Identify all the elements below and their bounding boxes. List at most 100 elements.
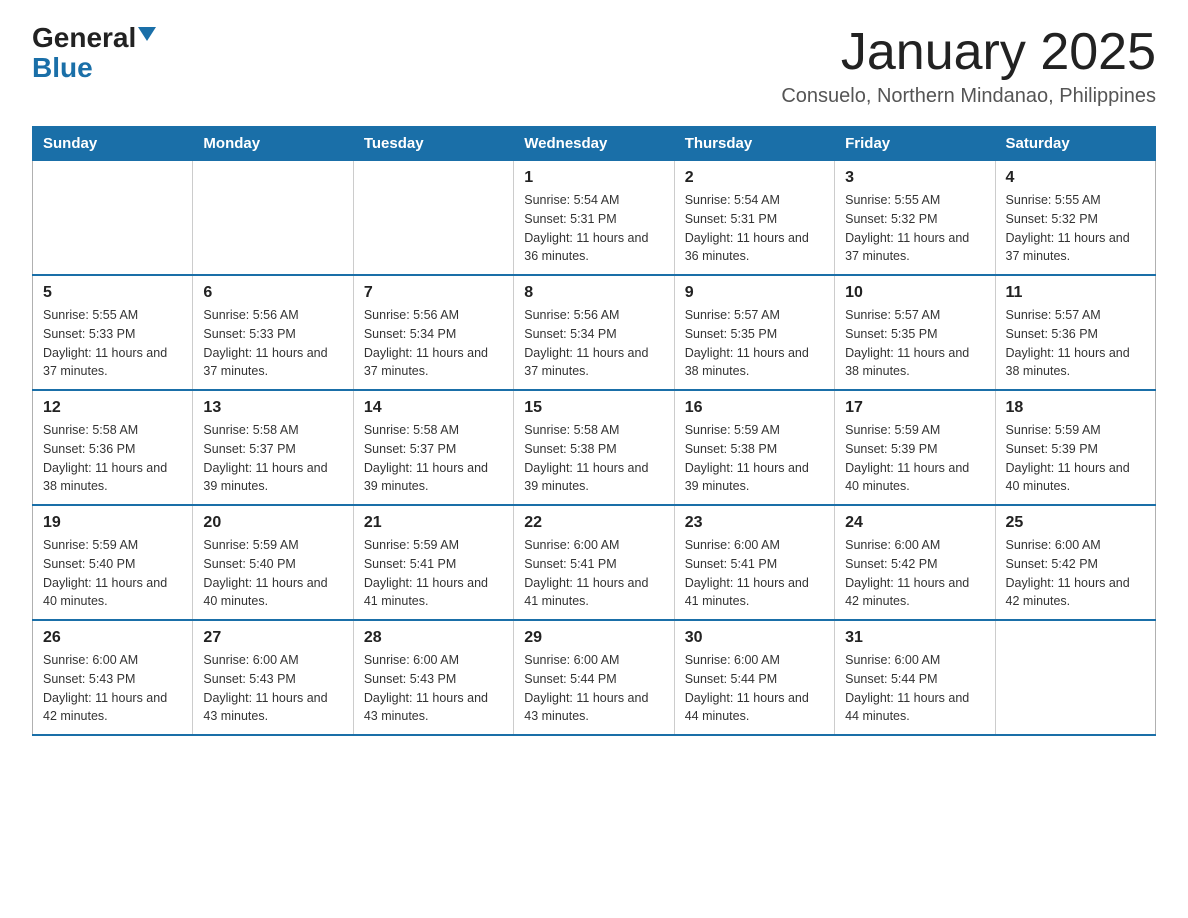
day-number: 18 [1006,399,1145,417]
day-number: 7 [364,284,503,302]
calendar-cell: 3Sunrise: 5:55 AM Sunset: 5:32 PM Daylig… [835,161,995,276]
day-number: 19 [43,514,182,532]
day-number: 30 [685,629,824,647]
calendar-week-row: 1 Sunrise: 5:54 AM Sunset: 5:31 PM Daylig… [33,161,1156,276]
day-number: 26 [43,629,182,647]
day-info: Sunrise: 5:59 AM Sunset: 5:40 PM Dayligh… [43,536,182,611]
day-info: Sunrise: 5:57 AM Sunset: 5:35 PM Dayligh… [685,306,824,381]
day-info: Sunrise: 5:56 AM Sunset: 5:34 PM Dayligh… [364,306,503,381]
col-header-saturday: Saturday [995,127,1155,161]
day-info: Sunrise: 6:00 AM Sunset: 5:42 PM Dayligh… [1006,536,1145,611]
month-title: January 2025 [781,24,1156,81]
day-info: Sunrise: 5:59 AM Sunset: 5:39 PM Dayligh… [1006,421,1145,496]
calendar-cell: 14 Sunrise: 5:58 AM Sunset: 5:37 PM Dayli… [353,390,513,505]
day-info: Sunrise: 6:00 AM Sunset: 5:43 PM Dayligh… [203,651,342,726]
day-info: Sunrise: 5:58 AM Sunset: 5:37 PM Dayligh… [203,421,342,496]
calendar-cell: 13 Sunrise: 5:58 AM Sunset: 5:37 PM Dayli… [193,390,353,505]
day-number: 23 [685,514,824,532]
day-number: 12 [43,399,182,417]
day-number: 9 [685,284,824,302]
day-number: 29 [524,629,663,647]
calendar-cell: 21Sunrise: 5:59 AM Sunset: 5:41 PM Dayli… [353,505,513,620]
col-header-tuesday: Tuesday [353,127,513,161]
calendar-cell: 16Sunrise: 5:59 AM Sunset: 5:38 PM Dayli… [674,390,834,505]
page-header: General Blue January 2025 Consuelo, Nort… [32,24,1156,108]
day-number: 4 [1006,169,1145,187]
day-number: 11 [1006,284,1145,302]
calendar-cell: 26 Sunrise: 6:00 AM Sunset: 5:43 PM Dayli… [33,620,193,735]
subtitle: Consuelo, Northern Mindanao, Philippines [781,85,1156,108]
logo: General Blue [32,24,156,82]
calendar-cell: 29Sunrise: 6:00 AM Sunset: 5:44 PM Dayli… [514,620,674,735]
logo-triangle-icon [138,27,156,41]
day-info: Sunrise: 6:00 AM Sunset: 5:44 PM Dayligh… [845,651,984,726]
calendar-week-row: 19 Sunrise: 5:59 AM Sunset: 5:40 PM Dayli… [33,505,1156,620]
calendar-cell: 5 Sunrise: 5:55 AM Sunset: 5:33 PM Daylig… [33,275,193,390]
day-info: Sunrise: 5:55 AM Sunset: 5:33 PM Dayligh… [43,306,182,381]
day-info: Sunrise: 6:00 AM Sunset: 5:41 PM Dayligh… [524,536,663,611]
calendar-cell: 22 Sunrise: 6:00 AM Sunset: 5:41 PM Dayli… [514,505,674,620]
calendar-cell: 30 Sunrise: 6:00 AM Sunset: 5:44 PM Dayli… [674,620,834,735]
day-number: 27 [203,629,342,647]
day-info: Sunrise: 5:57 AM Sunset: 5:35 PM Dayligh… [845,306,984,381]
calendar-cell: 10 Sunrise: 5:57 AM Sunset: 5:35 PM Dayli… [835,275,995,390]
day-number: 14 [364,399,503,417]
day-number: 2 [685,169,824,187]
calendar-cell: 8Sunrise: 5:56 AM Sunset: 5:34 PM Daylig… [514,275,674,390]
calendar-cell: 20 Sunrise: 5:59 AM Sunset: 5:40 PM Dayli… [193,505,353,620]
day-number: 25 [1006,514,1145,532]
logo-text-blue: Blue [32,54,93,82]
calendar-cell: 31 Sunrise: 6:00 AM Sunset: 5:44 PM Dayli… [835,620,995,735]
day-info: Sunrise: 5:58 AM Sunset: 5:36 PM Dayligh… [43,421,182,496]
day-info: Sunrise: 6:00 AM Sunset: 5:44 PM Dayligh… [685,651,824,726]
day-number: 10 [845,284,984,302]
calendar-cell: 28Sunrise: 6:00 AM Sunset: 5:43 PM Dayli… [353,620,513,735]
day-info: Sunrise: 5:59 AM Sunset: 5:39 PM Dayligh… [845,421,984,496]
calendar-cell: 4Sunrise: 5:55 AM Sunset: 5:32 PM Daylig… [995,161,1155,276]
calendar-week-row: 12 Sunrise: 5:58 AM Sunset: 5:36 PM Dayli… [33,390,1156,505]
day-info: Sunrise: 5:54 AM Sunset: 5:31 PM Dayligh… [524,191,663,266]
calendar-cell: 23 Sunrise: 6:00 AM Sunset: 5:41 PM Dayli… [674,505,834,620]
calendar-cell: 18 Sunrise: 5:59 AM Sunset: 5:39 PM Dayli… [995,390,1155,505]
col-header-friday: Friday [835,127,995,161]
day-info: Sunrise: 5:58 AM Sunset: 5:37 PM Dayligh… [364,421,503,496]
calendar-header-row: SundayMondayTuesdayWednesdayThursdayFrid… [33,127,1156,161]
calendar-week-row: 5 Sunrise: 5:55 AM Sunset: 5:33 PM Daylig… [33,275,1156,390]
logo-text-general: General [32,24,136,52]
calendar-cell: 9 Sunrise: 5:57 AM Sunset: 5:35 PM Daylig… [674,275,834,390]
day-info: Sunrise: 5:54 AM Sunset: 5:31 PM Dayligh… [685,191,824,266]
calendar-cell: 24Sunrise: 6:00 AM Sunset: 5:42 PM Dayli… [835,505,995,620]
day-number: 22 [524,514,663,532]
calendar-cell [995,620,1155,735]
calendar-cell: 27 Sunrise: 6:00 AM Sunset: 5:43 PM Dayli… [193,620,353,735]
calendar-table: SundayMondayTuesdayWednesdayThursdayFrid… [32,126,1156,736]
day-info: Sunrise: 6:00 AM Sunset: 5:43 PM Dayligh… [43,651,182,726]
day-number: 31 [845,629,984,647]
day-number: 6 [203,284,342,302]
col-header-monday: Monday [193,127,353,161]
day-info: Sunrise: 5:57 AM Sunset: 5:36 PM Dayligh… [1006,306,1145,381]
calendar-cell: 12 Sunrise: 5:58 AM Sunset: 5:36 PM Dayli… [33,390,193,505]
day-info: Sunrise: 6:00 AM Sunset: 5:42 PM Dayligh… [845,536,984,611]
day-number: 8 [524,284,663,302]
day-number: 16 [685,399,824,417]
day-info: Sunrise: 5:56 AM Sunset: 5:33 PM Dayligh… [203,306,342,381]
calendar-cell [193,161,353,276]
calendar-cell: 1 Sunrise: 5:54 AM Sunset: 5:31 PM Daylig… [514,161,674,276]
day-number: 13 [203,399,342,417]
day-number: 1 [524,169,663,187]
day-number: 3 [845,169,984,187]
day-info: Sunrise: 6:00 AM Sunset: 5:41 PM Dayligh… [685,536,824,611]
day-number: 15 [524,399,663,417]
calendar-cell: 2 Sunrise: 5:54 AM Sunset: 5:31 PM Daylig… [674,161,834,276]
calendar-cell [33,161,193,276]
calendar-week-row: 26 Sunrise: 6:00 AM Sunset: 5:43 PM Dayli… [33,620,1156,735]
day-number: 20 [203,514,342,532]
day-number: 5 [43,284,182,302]
col-header-thursday: Thursday [674,127,834,161]
calendar-cell: 17Sunrise: 5:59 AM Sunset: 5:39 PM Dayli… [835,390,995,505]
calendar-cell: 6 Sunrise: 5:56 AM Sunset: 5:33 PM Daylig… [193,275,353,390]
day-info: Sunrise: 5:59 AM Sunset: 5:40 PM Dayligh… [203,536,342,611]
calendar-cell: 7 Sunrise: 5:56 AM Sunset: 5:34 PM Daylig… [353,275,513,390]
calendar-cell: 19 Sunrise: 5:59 AM Sunset: 5:40 PM Dayli… [33,505,193,620]
